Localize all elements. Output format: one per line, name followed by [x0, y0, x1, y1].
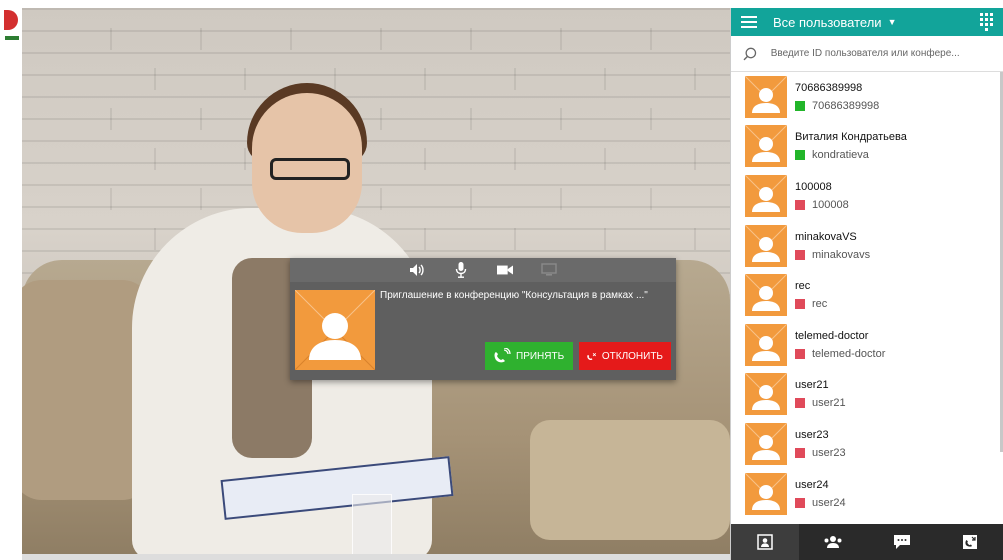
app-logo-icon: [4, 10, 18, 30]
user-login: rec: [812, 298, 828, 311]
user-name: Виталия Кондратьева: [795, 131, 907, 144]
chat-icon: [893, 535, 910, 549]
list-item[interactable]: 100008 100008: [731, 171, 999, 221]
menu-icon[interactable]: [741, 16, 757, 28]
avatar: [745, 125, 787, 168]
list-item[interactable]: user21 user21: [731, 370, 999, 420]
caret-down-icon[interactable]: ▼: [888, 17, 897, 27]
status-badge: [795, 398, 805, 409]
sidebar-bottom-tabs: [731, 524, 1003, 560]
accept-label: ПРИНЯТЬ: [516, 350, 565, 362]
call-toolbar: [290, 258, 676, 282]
status-badge: [795, 100, 805, 111]
status-badge: [795, 447, 805, 458]
microphone-icon[interactable]: [453, 262, 469, 278]
status-badge: [795, 348, 805, 359]
user-name: 70686389998: [795, 81, 863, 94]
list-item[interactable]: rec rec: [731, 270, 999, 320]
list-item[interactable]: 70686389998 70686389998: [731, 72, 999, 122]
accept-button[interactable]: ПРИНЯТЬ: [485, 342, 573, 370]
list-item[interactable]: user23 user23: [731, 419, 999, 469]
avatar: [745, 472, 787, 515]
avatar: [745, 323, 787, 366]
camera-icon[interactable]: [497, 262, 513, 278]
avatar: [745, 373, 787, 416]
status-badge: [795, 249, 805, 260]
list-item[interactable]: minakovaVS minakovavs: [731, 221, 999, 271]
status-badge: [795, 299, 805, 310]
avatar: [745, 224, 787, 267]
sidebar-header: Все пользователи ▼: [731, 8, 1003, 36]
caller-avatar: [295, 290, 375, 370]
list-item[interactable]: user24 user24: [731, 469, 999, 519]
phone-ring-icon: [494, 348, 511, 363]
avatar: [745, 274, 787, 317]
invite-text: Приглашение в конференцию "Консультация …: [380, 290, 648, 301]
status-badge: [795, 497, 805, 508]
avatar: [745, 75, 787, 118]
user-list: 70686389998 70686389998 Виталия Кондрать…: [731, 72, 999, 526]
user-name: 100008: [795, 180, 832, 193]
video-bottom-bar: [22, 554, 730, 560]
group-icon: [824, 536, 842, 548]
user-name: telemed-doctor: [795, 329, 869, 342]
decline-button[interactable]: ОТКЛОНИТЬ: [579, 342, 671, 370]
user-name: rec: [795, 280, 811, 293]
contacts-sidebar: Все пользователи ▼ 70686389998 706863899…: [730, 8, 1003, 560]
status-badge: [795, 150, 805, 161]
tab-groups[interactable]: [799, 524, 867, 560]
list-item[interactable]: Виталия Кондратьева kondratieva: [731, 122, 999, 172]
user-name: minakovaVS: [795, 230, 857, 243]
left-app-strip: [0, 0, 22, 560]
search-input[interactable]: [770, 48, 991, 59]
user-login: telemed-doctor: [812, 347, 886, 360]
hangup-icon: [587, 352, 597, 361]
search-bar: [731, 36, 1003, 72]
avatar: [745, 422, 787, 465]
user-login: user21: [812, 397, 846, 410]
contacts-icon: [757, 534, 773, 550]
user-login: user24: [812, 496, 846, 509]
incoming-call-panel: Приглашение в конференцию "Консультация …: [290, 258, 676, 380]
dialpad-icon[interactable]: [980, 13, 993, 31]
screen-share-icon[interactable]: [541, 262, 557, 278]
user-name: user24: [795, 478, 829, 491]
avatar: [745, 174, 787, 217]
search-icon: [743, 47, 757, 60]
user-login: 100008: [812, 198, 849, 211]
status-badge: [795, 199, 805, 210]
tab-contacts[interactable]: [731, 524, 800, 560]
user-name: user23: [795, 428, 829, 441]
user-name: user21: [795, 379, 829, 392]
tab-chat[interactable]: [868, 524, 936, 560]
contacts-filter-dropdown[interactable]: Все пользователи: [773, 15, 882, 30]
user-login: user23: [812, 446, 846, 459]
user-login: 70686389998: [812, 99, 880, 112]
user-login: minakovavs: [812, 248, 871, 261]
list-item[interactable]: telemed-doctor telemed-doctor: [731, 320, 999, 370]
call-log-icon: [962, 535, 977, 549]
user-login: kondratieva: [812, 149, 869, 162]
app-logo-text: [5, 36, 19, 40]
decline-label: ОТКЛОНИТЬ: [601, 350, 663, 362]
speaker-icon[interactable]: [409, 262, 425, 278]
tab-call-log[interactable]: [936, 524, 1003, 560]
